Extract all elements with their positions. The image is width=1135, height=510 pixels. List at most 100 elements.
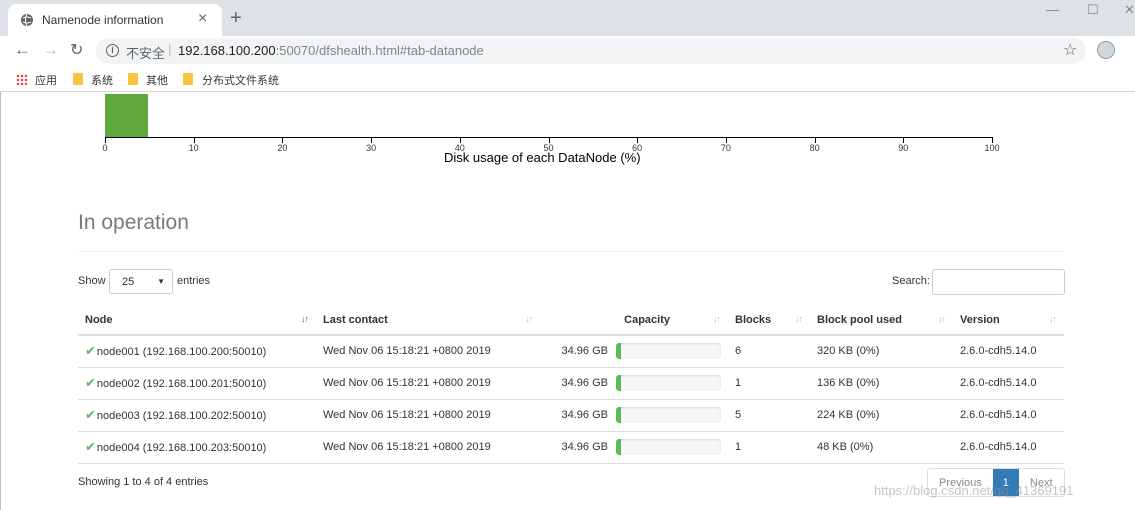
capacity-cell: 34.96 GB <box>540 431 728 464</box>
blocks-cell: 1 <box>728 367 810 400</box>
sort-icon: ↓↑ <box>938 314 946 324</box>
back-button[interactable]: ← <box>14 40 31 60</box>
blocks-cell: 6 <box>728 335 810 368</box>
capacity-cell: 34.96 GB <box>540 399 728 432</box>
node-cell: ✔node002 (192.168.100.201:50010) <box>78 367 316 400</box>
entries-value: 25 <box>122 276 135 288</box>
maximize-button[interactable]: ☐ <box>1087 2 1099 18</box>
header-block-pool-used[interactable]: Block pool used ↓↑ <box>810 305 953 336</box>
capacity-progress-fill <box>616 343 622 360</box>
node-cell: ✔node001 (192.168.100.200:50010) <box>78 335 316 368</box>
x-axis-tick-label: 10 <box>188 143 199 153</box>
capacity-progress-fill <box>616 407 622 423</box>
sort-icon: ↓↑ <box>795 314 803 324</box>
block-pool-used-cell: 320 KB (0%) <box>810 335 953 368</box>
section-title: In operation <box>78 211 189 234</box>
search-label: Search: <box>892 275 930 287</box>
table-row: ✔node002 (192.168.100.201:50010) Wed Nov … <box>78 367 1064 400</box>
reload-button[interactable]: ↻ <box>70 40 83 60</box>
header-label: Blocks <box>735 313 772 326</box>
check-icon: ✔ <box>85 407 96 422</box>
histogram-bar <box>105 94 148 138</box>
entries-label: entries <box>177 275 211 287</box>
watermark: https://blog.csdn.net/qq_41369191 <box>874 483 1074 498</box>
header-capacity[interactable]: Capacity ↓↑ <box>540 305 728 336</box>
browser-tab[interactable]: Namenode information × <box>8 4 222 36</box>
x-axis-tick-label: 100 <box>984 143 1000 153</box>
globe-icon <box>21 13 33 27</box>
block-pool-used-cell: 224 KB (0%) <box>810 399 953 432</box>
check-icon: ✔ <box>85 343 96 359</box>
caret-down-icon: ▼ <box>157 277 165 286</box>
block-pool-used-cell: 48 KB (0%) <box>810 431 953 464</box>
version-cell: 2.6.0-cdh5.14.0 <box>953 399 1064 432</box>
bookmark-dfs[interactable]: 分布式文件系统 <box>202 72 279 88</box>
apps-icon[interactable] <box>16 74 27 85</box>
bookmark-apps[interactable]: 应用 <box>35 72 57 88</box>
table-body: ✔node001 (192.168.100.200:50010) Wed Nov … <box>78 335 1064 464</box>
node-name: node002 (192.168.100.201:50010) <box>96 378 267 390</box>
capacity-progress-fill <box>616 439 622 455</box>
bookmark-star-icon[interactable]: ☆ <box>1063 40 1077 60</box>
capacity-progress-fill <box>616 375 622 391</box>
header-blocks[interactable]: Blocks ↓↑ <box>728 305 810 336</box>
x-axis-tick-label: 20 <box>277 143 288 153</box>
sort-icon: ↓↑ <box>713 314 721 324</box>
x-axis-tick-label: 90 <box>898 143 909 153</box>
capacity-value: 34.96 GB <box>561 441 608 453</box>
forward-button[interactable]: → <box>42 40 59 60</box>
bookmark-other[interactable]: 其他 <box>146 72 168 88</box>
last-contact-cell: Wed Nov 06 15:18:21 +0800 2019 <box>316 431 540 464</box>
bookmark-system[interactable]: 系统 <box>91 72 113 88</box>
capacity-value: 34.96 GB <box>561 409 608 421</box>
node-cell: ✔node003 (192.168.100.202:50010) <box>78 399 316 432</box>
show-label: Show <box>78 275 106 287</box>
table-info: Showing 1 to 4 of 4 entries <box>78 476 209 488</box>
capacity-cell: 34.96 GB <box>540 367 728 400</box>
header-node[interactable]: Node ↓↑ <box>78 305 316 336</box>
sort-icon: ↓↑ <box>525 314 533 324</box>
node-cell: ✔node004 (192.168.100.203:50010) <box>78 431 316 464</box>
last-contact-cell: Wed Nov 06 15:18:21 +0800 2019 <box>316 367 540 400</box>
header-version[interactable]: Version ↓↑ <box>953 305 1064 336</box>
tab-title: Namenode information <box>42 13 164 27</box>
x-axis-tick-label: 30 <box>366 143 377 153</box>
url-text[interactable]: 192.168.100.200:50070/dfshealth.html#tab… <box>178 43 484 58</box>
sort-icon: ↓↑ <box>1049 314 1057 324</box>
version-cell: 2.6.0-cdh5.14.0 <box>953 335 1064 368</box>
search-input[interactable] <box>932 269 1065 295</box>
x-axis-tick-label: 80 <box>809 143 820 153</box>
entries-select[interactable]: 25 ▼ <box>109 269 173 294</box>
close-window-button[interactable]: ✕ <box>1124 2 1135 18</box>
version-cell: 2.6.0-cdh5.14.0 <box>953 431 1064 464</box>
sort-icon: ↓↑ <box>301 314 309 324</box>
new-tab-button[interactable]: + <box>230 7 242 30</box>
folder-icon <box>128 73 138 85</box>
header-label: Capacity <box>624 313 670 326</box>
blocks-cell: 5 <box>728 399 810 432</box>
capacity-progress-bar <box>616 407 721 423</box>
capacity-progress-bar <box>616 375 721 391</box>
url-path: :50070/dfshealth.html#tab-datanode <box>275 43 484 58</box>
url-host: 192.168.100.200 <box>178 43 276 58</box>
table-header-row: Node ↓↑ Last contact ↓↑ Capacity ↓↑ Blocks ↓… <box>78 305 1064 336</box>
info-icon[interactable]: i <box>106 44 119 57</box>
version-cell: 2.6.0-cdh5.14.0 <box>953 367 1064 400</box>
x-axis-tick-label: 70 <box>720 143 731 153</box>
header-last-contact[interactable]: Last contact ↓↑ <box>316 305 540 336</box>
blocks-cell: 1 <box>728 431 810 464</box>
table-row: ✔node003 (192.168.100.202:50010) Wed Nov … <box>78 399 1064 432</box>
header-label: Last contact <box>323 313 388 326</box>
capacity-value: 34.96 GB <box>561 377 608 389</box>
minimize-button[interactable]: — <box>1046 2 1059 17</box>
browser-toolbar: ← → ↻ i 不安全 | 192.168.100.200:50070/dfsh… <box>0 36 1135 66</box>
close-tab-icon[interactable]: × <box>198 10 207 28</box>
folder-icon <box>73 73 83 85</box>
menu-icon[interactable]: ⋮ <box>1128 40 1135 60</box>
x-axis-title: Disk usage of each DataNode (%) <box>444 150 641 165</box>
address-bar[interactable]: i 不安全 | 192.168.100.200:50070/dfshealth.… <box>96 38 1086 64</box>
capacity-progress-bar <box>616 343 721 360</box>
divider <box>78 251 1064 252</box>
page-content: 0 10 20 30 40 50 60 70 80 90 100 Disk usage of eac… <box>0 92 1135 510</box>
avatar[interactable] <box>1097 41 1115 59</box>
